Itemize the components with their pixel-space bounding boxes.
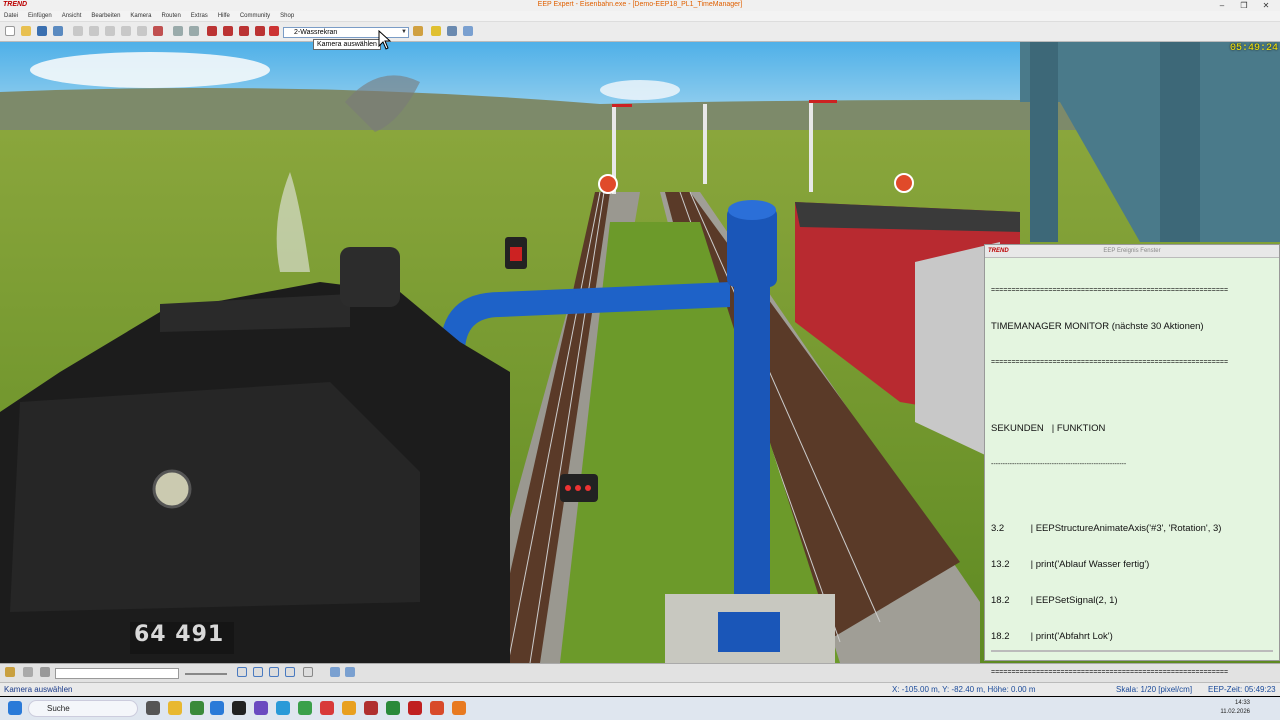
record-icon[interactable] [153, 26, 163, 36]
zoom-out-icon[interactable] [345, 667, 355, 677]
camera-settings-icon[interactable] [413, 26, 423, 36]
mouse-cursor-icon [378, 30, 392, 50]
log-line: 13.2 | print('Ablauf Wasser fertig') [991, 559, 1150, 570]
event-window-title: EEP Ereignis Fenster [1103, 248, 1161, 254]
app-icon[interactable] [254, 701, 268, 715]
horizontal-scrollbar[interactable] [991, 650, 1273, 652]
menu-ansicht[interactable]: Ansicht [62, 13, 82, 19]
delete-icon[interactable] [121, 26, 131, 36]
eep-icon[interactable] [364, 701, 378, 715]
undo-icon[interactable] [173, 26, 183, 36]
window-title: EEP Expert - Eisenbahn.exe - [Demo-EEP18… [537, 1, 743, 8]
fast-forward-icon[interactable] [269, 667, 279, 677]
file-explorer-icon[interactable] [168, 701, 182, 715]
app-icon[interactable] [232, 701, 246, 715]
open-folder-icon[interactable] [21, 26, 31, 36]
redo-icon[interactable] [189, 26, 199, 36]
menu-routen[interactable]: Routen [161, 13, 180, 19]
windows-start-icon[interactable] [8, 701, 22, 715]
log-line: 3.2 | EEPStructureAnimateAxis('#3', 'Rot… [991, 523, 1222, 534]
menu-datei[interactable]: Datei [4, 13, 18, 19]
loco-number-plate: 64 491 [134, 622, 225, 647]
event-window[interactable]: TREND EEP Ereignis Fenster =============… [984, 244, 1280, 676]
log-line: ========================================… [991, 669, 1229, 676]
close-button[interactable]: ✕ [1256, 0, 1276, 11]
toolbar [0, 22, 1280, 42]
menu-hilfe[interactable]: Hilfe [218, 13, 230, 19]
app-icon[interactable] [430, 701, 444, 715]
menu-bar: Datei Einfügen Ansicht Bearbeiten Kamera… [0, 11, 1280, 22]
title-bar: TREND EEP Expert - Eisenbahn.exe - [Demo… [0, 0, 1280, 11]
log-line: TIMEMANAGER MONITOR (nächste 30 Aktionen… [991, 321, 1204, 332]
menu-einfuegen[interactable]: Einfügen [28, 13, 52, 19]
log-line: ========================================… [991, 359, 1229, 366]
camera-select-value: 2-Wassrekran [294, 29, 338, 36]
info-icon[interactable] [463, 26, 473, 36]
taskbar-search-label: Suche [47, 704, 70, 713]
chevron-down-icon[interactable]: ▼ [401, 28, 407, 37]
coupling-icon[interactable] [255, 26, 265, 36]
app-icon[interactable] [408, 701, 422, 715]
menu-kamera[interactable]: Kamera [130, 13, 151, 19]
tray-date: 11.02.2026 [1220, 709, 1250, 715]
save-as-icon[interactable] [53, 26, 63, 36]
object-select[interactable] [55, 668, 179, 679]
paste-icon[interactable] [105, 26, 115, 36]
zoom-in-icon[interactable] [330, 667, 340, 677]
menu-community[interactable]: Community [240, 13, 270, 19]
wagon-icon[interactable] [239, 26, 249, 36]
log-line: ----------------------------------------… [991, 461, 1127, 468]
train-list-icon[interactable] [223, 26, 233, 36]
train-icon[interactable] [207, 26, 217, 36]
app-icon[interactable] [320, 701, 334, 715]
edit-icon[interactable] [5, 667, 15, 677]
save-icon[interactable] [37, 26, 47, 36]
faster-forward-icon[interactable] [285, 667, 295, 677]
edge-icon[interactable] [210, 701, 224, 715]
app-icon[interactable] [386, 701, 400, 715]
tools-icon[interactable] [447, 26, 457, 36]
menu-shop[interactable]: Shop [280, 13, 294, 19]
properties-icon[interactable] [137, 26, 147, 36]
stop-icon[interactable] [303, 667, 313, 677]
app-icon[interactable] [298, 701, 312, 715]
copy-icon[interactable] [89, 26, 99, 36]
taskbar-search[interactable]: Suche [28, 700, 138, 717]
log-line: ========================================… [991, 287, 1229, 294]
settings-icon[interactable] [40, 667, 50, 677]
task-view-icon[interactable] [146, 701, 160, 715]
app-icon[interactable] [190, 701, 204, 715]
chrome-icon[interactable] [342, 701, 356, 715]
new-file-icon[interactable] [5, 26, 15, 36]
event-window-logo: TREND [988, 248, 1009, 254]
tooltip: Kamera auswählen [313, 39, 381, 50]
status-message: Kamera auswählen [4, 685, 73, 694]
maximize-button[interactable]: ❒ [1234, 0, 1254, 11]
mouse-icon[interactable] [23, 667, 33, 677]
vlc-icon[interactable] [452, 701, 466, 715]
light-icon[interactable] [431, 26, 441, 36]
log-line: SEKUNDEN | FUNKTION [991, 423, 1106, 434]
scene-clock: 05:49:24 [1229, 43, 1278, 54]
cut-icon[interactable] [73, 26, 83, 36]
menu-extras[interactable]: Extras [191, 13, 208, 19]
event-window-titlebar[interactable]: TREND EEP Ereignis Fenster [985, 245, 1279, 258]
event-log: ========================================… [985, 258, 1279, 706]
pause-icon[interactable] [237, 667, 247, 677]
speed-slider[interactable] [185, 673, 227, 675]
log-line: 18.2 | EEPSetSignal(2, 1) [991, 595, 1118, 606]
play-icon[interactable] [253, 667, 263, 677]
minimize-button[interactable]: – [1212, 0, 1232, 11]
app-icon[interactable] [276, 701, 290, 715]
menu-bearbeiten[interactable]: Bearbeiten [91, 13, 120, 19]
log-line: 18.2 | print('Abfahrt Lok') [991, 631, 1113, 642]
signal-icon[interactable] [269, 26, 279, 36]
